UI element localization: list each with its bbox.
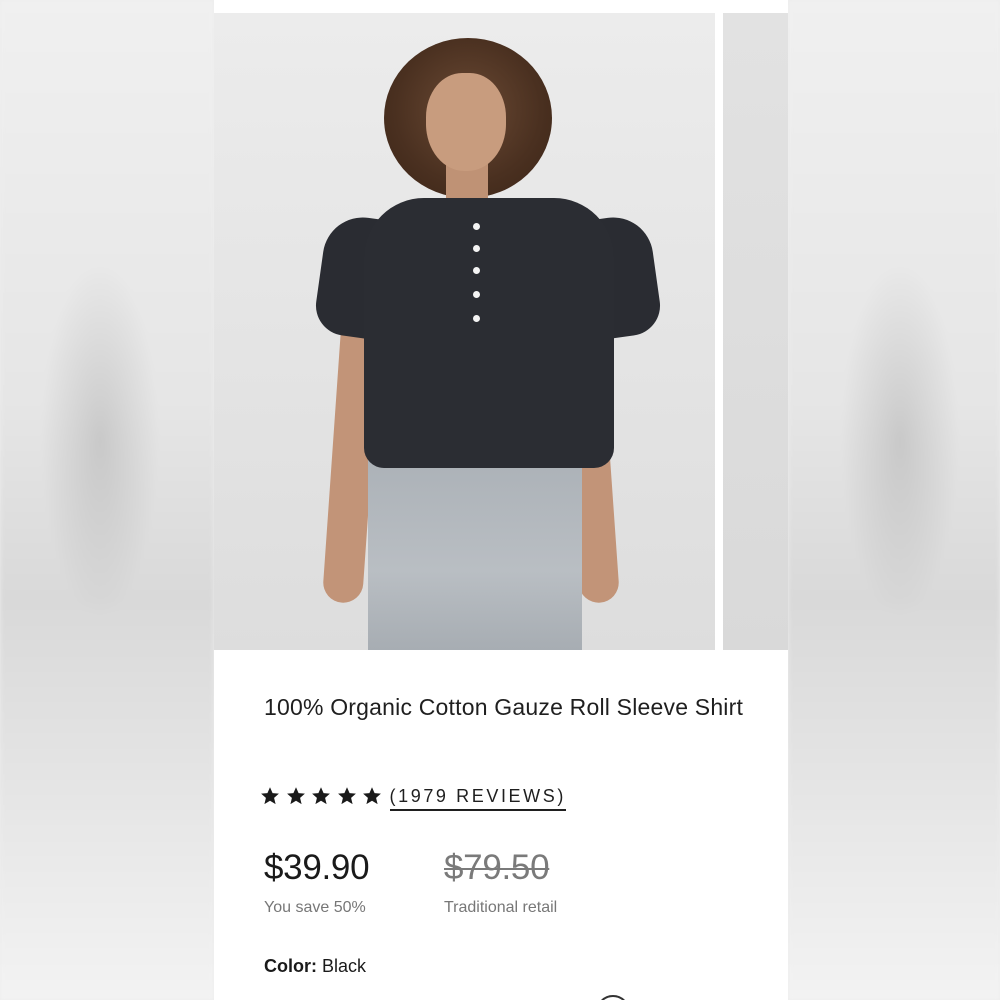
color-swatch[interactable] <box>596 995 630 1000</box>
star-icon <box>261 787 279 805</box>
rating-row[interactable]: (1979 REVIEWS) <box>260 781 566 811</box>
product-photo-next[interactable] <box>723 13 788 650</box>
savings-label: You save 50% <box>264 899 366 916</box>
product-photo-main[interactable] <box>214 13 715 650</box>
color-selection: Color: Black <box>264 956 366 977</box>
star-icon <box>337 787 356 805</box>
color-label: Color: <box>264 956 317 976</box>
star-icon <box>363 787 381 805</box>
product-shirt <box>364 198 614 468</box>
current-price: $39.90 <box>264 848 370 887</box>
product-page: 100% Organic Cotton Gauze Roll Sleeve Sh… <box>214 0 788 1000</box>
image-carousel[interactable] <box>214 13 788 650</box>
model-face <box>426 73 506 171</box>
star-icon <box>312 787 330 805</box>
reviews-link[interactable]: (1979 REVIEWS) <box>389 786 566 811</box>
product-title: 100% Organic Cotton Gauze Roll Sleeve Sh… <box>264 694 744 720</box>
color-value: Black <box>322 956 367 976</box>
blurred-backdrop-left <box>0 0 214 1000</box>
star-icon <box>286 787 305 805</box>
original-price: $79.50 <box>444 848 550 887</box>
original-price-label: Traditional retail <box>444 899 558 916</box>
blurred-backdrop-right <box>788 0 1000 1000</box>
product-info: 100% Organic Cotton Gauze Roll Sleeve Sh… <box>214 650 788 1000</box>
